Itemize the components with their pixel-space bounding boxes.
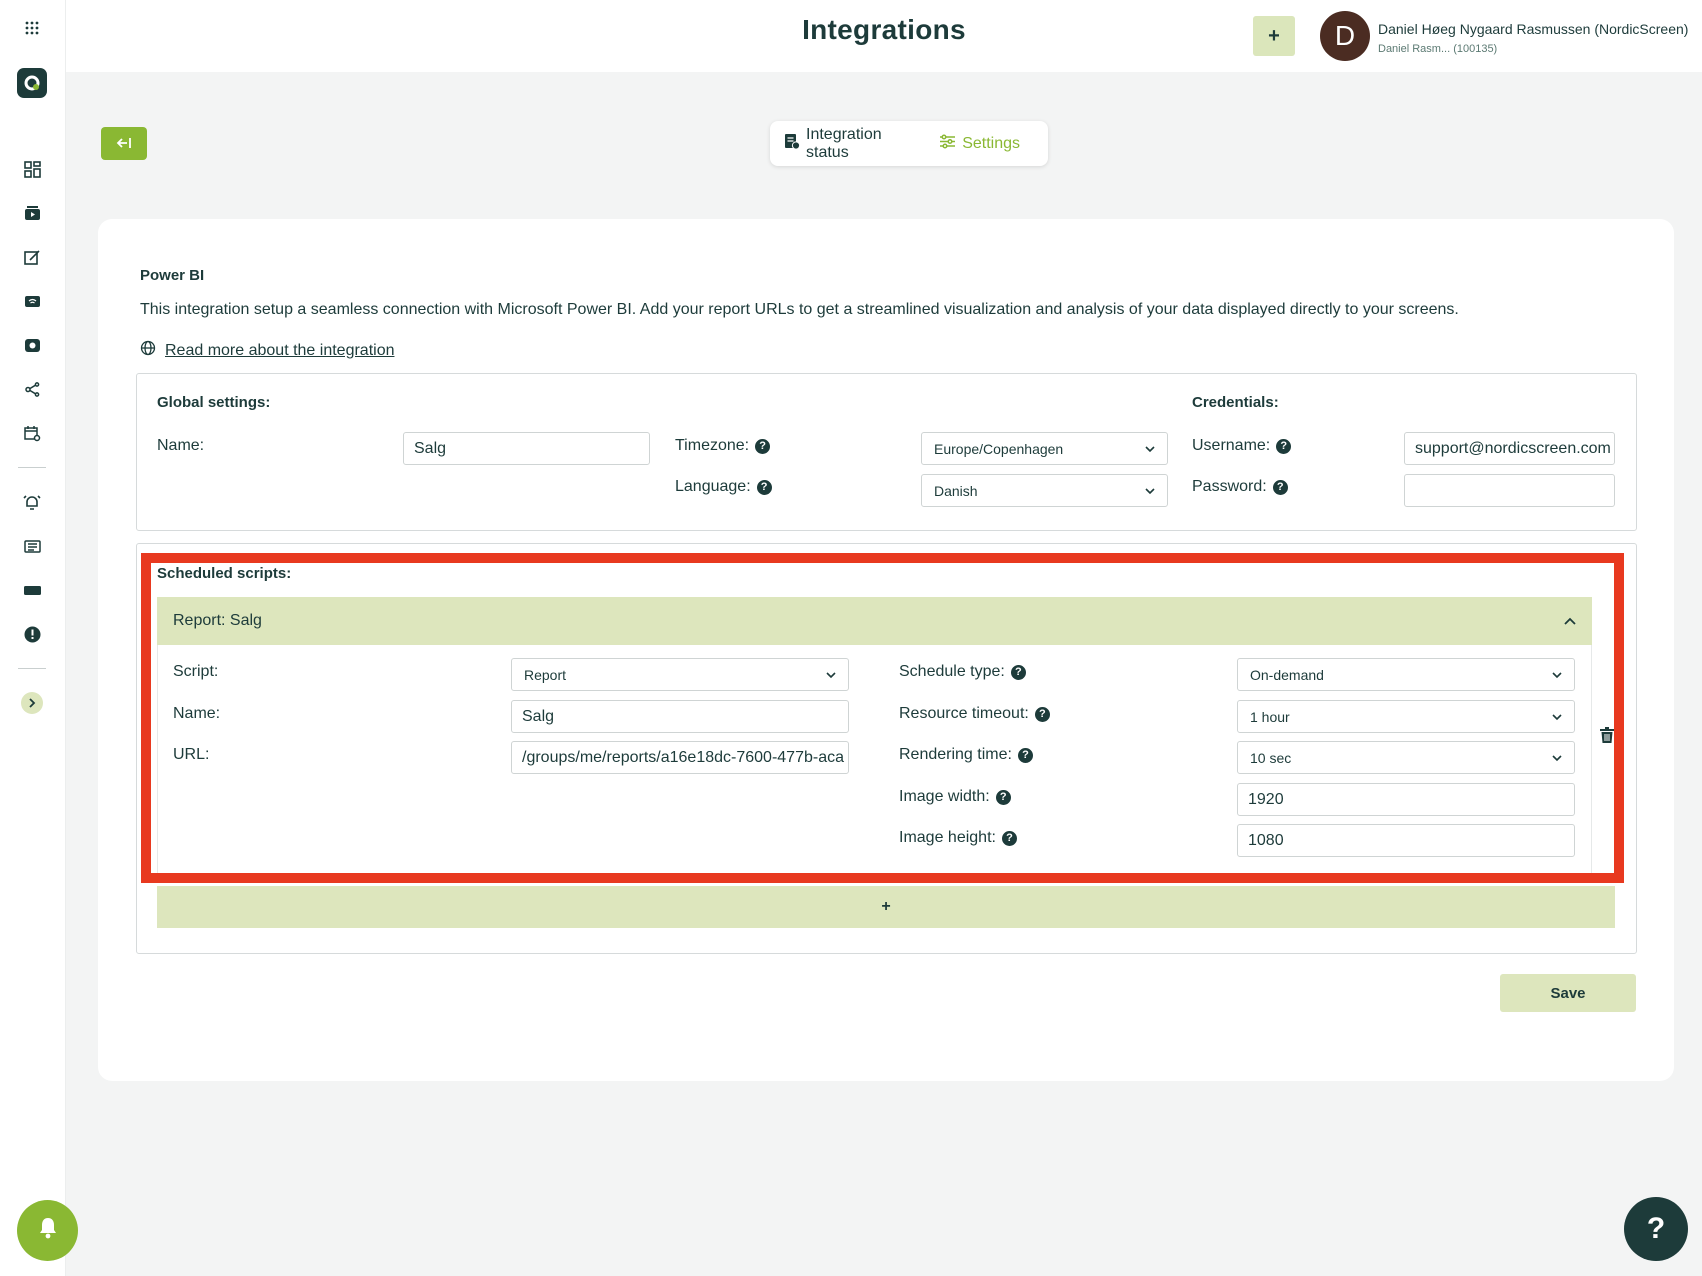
tab-label: Integration status	[806, 125, 882, 161]
password-label: Password: ?	[1192, 478, 1288, 496]
add-button[interactable]: +	[1253, 16, 1295, 56]
display-bar-icon[interactable]	[20, 578, 44, 602]
highlight-box	[141, 553, 1624, 883]
credentials-heading: Credentials:	[1192, 394, 1279, 411]
help-icon[interactable]: ?	[1272, 479, 1288, 495]
timezone-value: Europe/Copenhagen	[934, 440, 1064, 457]
sidebar-divider	[18, 668, 46, 669]
user-name[interactable]: Daniel Høeg Nygaard Rasmussen (NordicScr…	[1378, 21, 1688, 37]
user-account: Daniel Rasm... (100135)	[1378, 43, 1498, 55]
edit-content-icon[interactable]	[20, 245, 44, 269]
help-icon[interactable]: ?	[1276, 438, 1292, 454]
timezone-label: Timezone: ?	[675, 437, 771, 455]
avatar[interactable]: D	[1320, 11, 1370, 61]
timezone-label-text: Timezone:	[675, 437, 750, 454]
password-label-text: Password:	[1192, 478, 1267, 495]
chevron-down-icon	[1145, 483, 1155, 499]
help-icon[interactable]: ?	[755, 438, 771, 454]
alert-icon[interactable]	[20, 622, 44, 646]
chevron-down-icon	[1145, 441, 1155, 457]
tab-switcher: Integration status Settings	[770, 121, 1048, 166]
sidebar	[0, 0, 66, 1276]
language-label-text: Language:	[675, 478, 751, 495]
name-label: Name:	[157, 437, 205, 454]
news-icon[interactable]	[20, 534, 44, 558]
playlist-icon[interactable]	[20, 333, 44, 357]
top-bar: Integrations + D Daniel Høeg Nygaard Ras…	[66, 0, 1702, 72]
screens-icon[interactable]	[20, 289, 44, 313]
dashboard-icon[interactable]	[20, 157, 44, 181]
notifications-button[interactable]	[17, 1200, 78, 1261]
document-status-icon	[784, 133, 801, 155]
logo-icon[interactable]	[17, 68, 47, 98]
sliders-icon	[939, 133, 956, 154]
calendar-settings-icon[interactable]	[20, 421, 44, 445]
read-more-link[interactable]: Read more about the integration	[140, 340, 394, 361]
username-input[interactable]: support@nordicscreen.com	[1404, 432, 1615, 465]
add-script-button[interactable]: +	[157, 886, 1615, 928]
password-input[interactable]	[1404, 474, 1615, 507]
integration-title: Power BI	[140, 267, 205, 284]
tab-integration-status[interactable]: Integration status	[784, 126, 911, 162]
help-button[interactable]: ?	[1624, 1197, 1688, 1261]
app-grid-icon[interactable]	[20, 16, 44, 40]
tab-label: Settings	[962, 134, 1020, 152]
timezone-select[interactable]: Europe/Copenhagen	[921, 432, 1168, 465]
sidebar-divider	[18, 467, 46, 468]
alarm-icon[interactable]	[20, 490, 44, 514]
integration-description: This integration setup a seamless connec…	[140, 301, 1459, 318]
globe-icon	[140, 340, 156, 361]
username-label-text: Username:	[1192, 437, 1271, 454]
bell-icon	[38, 1217, 58, 1244]
share-icon[interactable]	[20, 377, 44, 401]
name-input[interactable]: Salg	[403, 432, 650, 465]
arrow-left-bar-icon	[116, 134, 132, 154]
media-library-icon[interactable]	[20, 201, 44, 225]
save-button[interactable]: Save	[1500, 974, 1636, 1012]
tab-settings[interactable]: Settings	[939, 133, 1020, 154]
global-settings-heading: Global settings:	[157, 394, 271, 411]
back-button[interactable]	[101, 127, 147, 160]
help-icon[interactable]: ?	[756, 479, 772, 495]
language-label: Language: ?	[675, 478, 772, 496]
language-value: Danish	[934, 482, 978, 499]
expand-sidebar-icon[interactable]	[21, 692, 43, 714]
language-select[interactable]: Danish	[921, 474, 1168, 507]
read-more-label[interactable]: Read more about the integration	[165, 342, 394, 360]
username-label: Username: ?	[1192, 437, 1292, 455]
